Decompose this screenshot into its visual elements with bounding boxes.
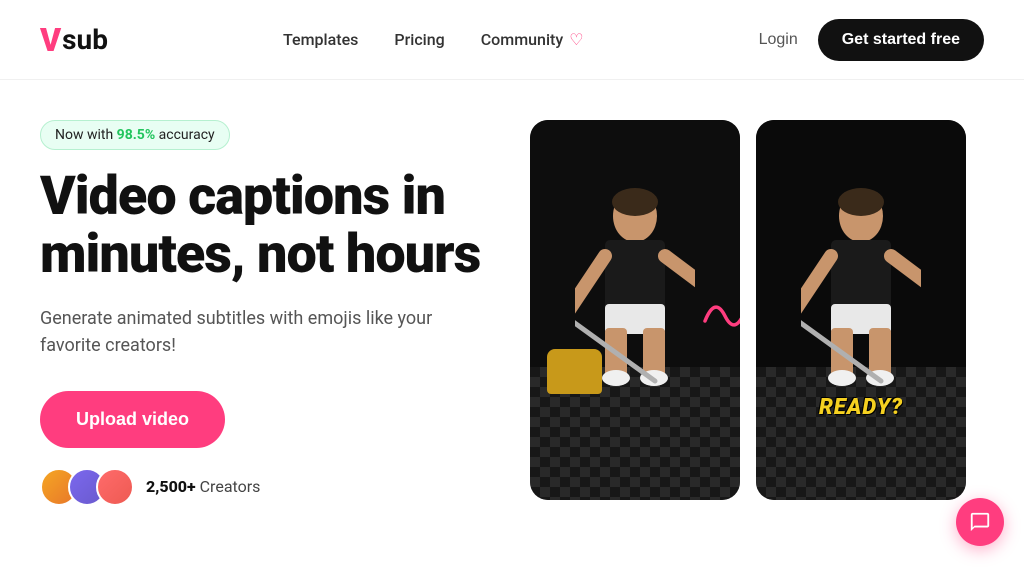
hero-title: Video captions in minutes, not hours (40, 168, 530, 285)
caption-text: READY? (819, 395, 903, 420)
video-panels: READY? (530, 110, 984, 576)
person-svg-2 (801, 186, 921, 386)
accuracy-badge: Now with 98.5% accuracy (40, 120, 230, 150)
navigation: V sub Templates Pricing Community ♡ Logi… (0, 0, 1024, 80)
nav-templates[interactable]: Templates (283, 30, 358, 49)
doodle-scribble (695, 291, 740, 341)
creators-row: 2,500+ Creators (40, 468, 530, 506)
nav-pricing[interactable]: Pricing (394, 30, 444, 49)
main-content: Now with 98.5% accuracy Video captions i… (0, 80, 1024, 576)
avatars (40, 468, 134, 506)
video-panel-2: READY? (756, 120, 966, 500)
logo[interactable]: V sub (40, 21, 108, 59)
chat-icon (969, 511, 991, 533)
hero-left: Now with 98.5% accuracy Video captions i… (40, 110, 530, 576)
hero-subtitle: Generate animated subtitles with emojis … (40, 305, 440, 359)
get-started-button[interactable]: Get started free (818, 19, 984, 61)
nav-right: Login Get started free (759, 19, 984, 61)
heart-icon: ♡ (569, 30, 583, 49)
nav-links: Templates Pricing Community ♡ (283, 30, 584, 49)
accuracy-number: 98.5% (117, 127, 156, 143)
login-button[interactable]: Login (759, 31, 798, 49)
avatar-3 (96, 468, 134, 506)
caption-overlay: READY? (819, 395, 903, 420)
logo-text: sub (62, 23, 108, 56)
logo-v: V (40, 21, 61, 59)
chat-bubble[interactable] (956, 498, 1004, 546)
video-panel-1 (530, 120, 740, 500)
upload-button[interactable]: Upload video (40, 391, 225, 448)
nav-community[interactable]: Community ♡ (481, 30, 584, 49)
creators-count: 2,500+ (146, 477, 196, 496)
floor-chess-2 (756, 367, 966, 500)
video-bg-1 (530, 120, 740, 500)
yellow-bag (547, 349, 602, 394)
video-bg-2: READY? (756, 120, 966, 500)
creators-text: 2,500+ Creators (146, 477, 260, 496)
